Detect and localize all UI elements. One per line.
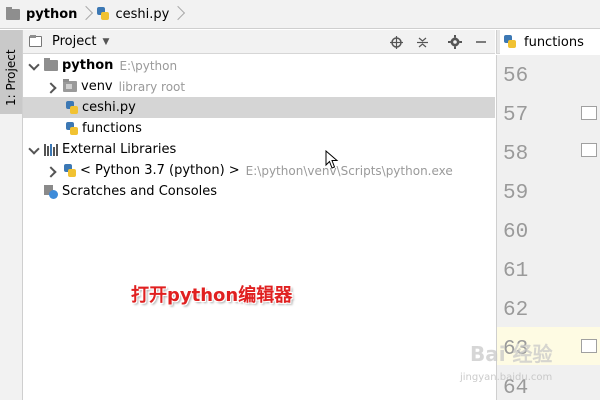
tool-tab-project-label: 1: Project bbox=[4, 49, 18, 106]
python-file-icon bbox=[66, 121, 78, 136]
fold-marker-icon[interactable] bbox=[581, 143, 597, 157]
tree-node-external-libraries[interactable]: External Libraries bbox=[23, 139, 495, 160]
expand-arrow-icon[interactable] bbox=[28, 144, 40, 156]
tree-node-ceshi[interactable]: ceshi.py bbox=[23, 97, 495, 118]
tool-tab-project[interactable]: 1: Project bbox=[0, 30, 22, 114]
expand-arrow-icon[interactable] bbox=[28, 60, 40, 72]
root-path: E:\python bbox=[119, 58, 178, 73]
python-file-icon bbox=[504, 35, 516, 49]
breadcrumb-separator-icon bbox=[81, 0, 91, 29]
external-libraries-name: External Libraries bbox=[62, 142, 177, 157]
mouse-cursor-icon bbox=[325, 150, 339, 169]
project-panel-header: Project ▼ bbox=[23, 30, 495, 54]
watermark-url: jingyan.baidu.com bbox=[460, 372, 553, 383]
dropdown-arrow-icon: ▼ bbox=[102, 36, 110, 47]
breadcrumb-file-label: ceshi.py bbox=[115, 6, 170, 22]
watermark-logo: Bai 经验 bbox=[470, 342, 553, 366]
venv-name: venv bbox=[81, 79, 113, 94]
project-view-selector[interactable]: Project ▼ bbox=[29, 34, 109, 49]
python-file-icon bbox=[66, 100, 78, 115]
root-name: python bbox=[62, 58, 114, 73]
collapse-arrow-icon[interactable] bbox=[46, 165, 58, 177]
hide-panel-icon[interactable] bbox=[473, 34, 489, 50]
tree-node-venv[interactable]: venv library root bbox=[23, 76, 495, 97]
scratches-icon bbox=[44, 184, 58, 199]
python-sdk-icon bbox=[64, 163, 76, 178]
tree-node-functions[interactable]: functions bbox=[23, 118, 495, 139]
libraries-icon bbox=[44, 143, 58, 156]
line-number: 58 bbox=[503, 143, 529, 166]
ceshi-name: ceshi.py bbox=[82, 100, 136, 115]
annotation-text: 打开python编辑器 bbox=[131, 285, 293, 306]
collapse-arrow-icon[interactable] bbox=[46, 81, 58, 93]
python-sdk-path: E:\python\venv\Scripts\python.exe bbox=[245, 163, 453, 178]
gear-icon[interactable] bbox=[447, 34, 463, 50]
line-number: 57 bbox=[503, 104, 529, 127]
line-number: 62 bbox=[503, 299, 529, 322]
editor-tab-label: functions bbox=[524, 34, 584, 50]
fold-marker-icon[interactable] bbox=[581, 339, 597, 353]
breadcrumb-project[interactable]: python bbox=[6, 0, 77, 28]
breadcrumb-separator-icon bbox=[173, 0, 183, 29]
python-sdk-name: < Python 3.7 (python) > bbox=[80, 163, 240, 178]
line-number: 56 bbox=[503, 65, 529, 88]
library-folder-icon bbox=[63, 79, 77, 92]
functions-name: functions bbox=[82, 121, 142, 136]
left-tool-strip: 1: Project bbox=[0, 30, 23, 400]
breadcrumb-project-label: python bbox=[26, 6, 78, 22]
tree-node-root[interactable]: python E:\python bbox=[23, 55, 495, 76]
project-tree: python E:\python venv library root ceshi… bbox=[23, 55, 495, 400]
navigation-bar: python ceshi.py bbox=[0, 0, 600, 29]
fold-marker-icon[interactable] bbox=[581, 106, 597, 120]
tree-node-python-sdk[interactable]: < Python 3.7 (python) > E:\python\venv\S… bbox=[23, 160, 495, 181]
python-file-icon bbox=[97, 7, 110, 21]
breadcrumb-file[interactable]: ceshi.py bbox=[97, 0, 169, 28]
project-panel-title: Project bbox=[52, 34, 97, 49]
project-folder-icon bbox=[29, 35, 42, 47]
line-number: 59 bbox=[503, 182, 529, 205]
line-number: 61 bbox=[503, 260, 529, 283]
collapse-all-icon[interactable] bbox=[414, 34, 430, 50]
editor-tab-bar: functions bbox=[496, 30, 600, 54]
venv-hint: library root bbox=[118, 79, 186, 94]
locate-icon[interactable] bbox=[388, 34, 404, 50]
editor-tab-functions[interactable]: functions bbox=[500, 30, 600, 54]
folder-icon bbox=[6, 6, 20, 20]
line-number: 60 bbox=[503, 221, 529, 244]
tree-node-scratches[interactable]: Scratches and Consoles bbox=[23, 181, 495, 202]
scratches-name: Scratches and Consoles bbox=[62, 184, 218, 199]
folder-icon bbox=[44, 58, 58, 71]
